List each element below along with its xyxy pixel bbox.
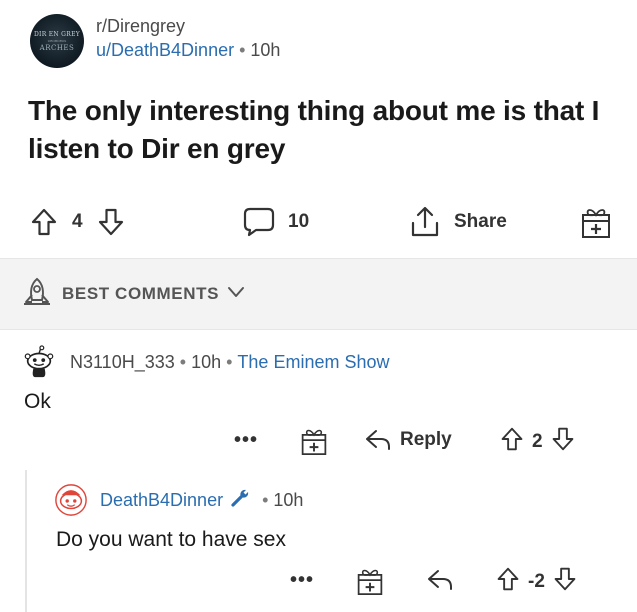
share-button[interactable]: Share	[408, 196, 507, 248]
post-title[interactable]: The only interesting thing about me is t…	[28, 92, 618, 168]
sort-label: BEST COMMENTS	[62, 284, 220, 303]
comment-action-bar: ••• -2	[0, 560, 637, 600]
avatar[interactable]	[22, 345, 56, 379]
separator-dot: •	[262, 489, 269, 510]
upvote-arrow-icon[interactable]	[496, 565, 520, 598]
comment-body: Ok	[24, 390, 51, 413]
downvote-arrow-icon[interactable]	[551, 425, 575, 458]
comment-score: -2	[528, 570, 545, 592]
comment-score: 2	[532, 430, 543, 452]
award-gift-icon[interactable]	[300, 426, 328, 461]
share-label: Share	[454, 211, 507, 232]
comment-meta: N3110H_333 • 10h • The Eminem Show	[70, 352, 389, 373]
post-vote-group: 4	[30, 196, 125, 248]
share-icon	[408, 205, 442, 239]
post-header: DIR EN GREY UROBOROS ARCHES r/Direngrey …	[30, 14, 280, 68]
chevron-down-icon	[227, 285, 245, 304]
user-flair: The Eminem Show	[237, 351, 390, 372]
avatar-text-top: DIR EN GREY	[33, 30, 81, 38]
award-gift-icon	[580, 205, 612, 239]
post-action-bar: 4 10 Share	[0, 196, 637, 248]
comment-author[interactable]: DeathB4Dinner	[100, 490, 223, 511]
reply-arrow-icon	[428, 570, 452, 590]
more-options-button[interactable]: •••	[290, 569, 314, 592]
comment-age: 10h	[191, 351, 222, 372]
separator-dot: •	[226, 351, 233, 372]
comment-count: 10	[288, 211, 310, 232]
reply-label: Reply	[400, 429, 452, 450]
post-meta: r/Direngrey u/DeathB4Dinner • 10h	[96, 15, 280, 62]
avatar-text-bottom: ARCHES	[39, 43, 75, 52]
reply-arrow-icon	[366, 430, 390, 450]
comment-vote-group: 2	[500, 425, 575, 458]
comment-sort-bar[interactable]: BEST COMMENTS	[0, 258, 637, 330]
reply-button[interactable]: Reply	[364, 428, 452, 452]
subreddit-name[interactable]: r/Direngrey	[96, 15, 280, 37]
comment-age: 10h	[273, 489, 304, 510]
comment-vote-group: -2	[496, 565, 577, 598]
comment-header: N3110H_333 • 10h • The Eminem Show	[22, 344, 389, 380]
comment-action-bar: ••• Reply 2	[0, 420, 637, 460]
comment-header: DeathB4Dinner • 10h	[54, 482, 303, 518]
reply-button[interactable]	[426, 568, 454, 597]
separator-dot: •	[239, 40, 246, 60]
separator-dot: •	[179, 351, 187, 372]
post-age: 10h	[250, 40, 281, 60]
upvote-arrow-icon[interactable]	[500, 425, 524, 458]
comment-meta: • 10h	[257, 490, 303, 511]
moderator-wrench-icon	[229, 487, 251, 514]
post-author-line: u/DeathB4Dinner • 10h	[96, 38, 280, 62]
downvote-arrow-icon[interactable]	[97, 207, 125, 237]
award-gift-icon[interactable]	[356, 566, 384, 601]
rocket-icon	[22, 276, 52, 313]
comment-bubble-icon	[242, 206, 276, 238]
award-button[interactable]	[580, 196, 612, 248]
subreddit-avatar[interactable]: DIR EN GREY UROBOROS ARCHES	[30, 14, 84, 68]
comment-body: Do you want to have sex	[56, 528, 286, 551]
more-options-button[interactable]: •••	[234, 429, 258, 452]
comments-button[interactable]: 10	[242, 196, 309, 248]
upvote-arrow-icon[interactable]	[30, 207, 58, 237]
post-author[interactable]: u/DeathB4Dinner	[96, 40, 234, 60]
comment-author[interactable]: N3110H_333	[70, 352, 175, 372]
downvote-arrow-icon[interactable]	[553, 565, 577, 598]
avatar[interactable]	[54, 483, 88, 517]
post-score: 4	[72, 211, 83, 232]
avatar-text-middle: UROBOROS	[47, 38, 67, 43]
